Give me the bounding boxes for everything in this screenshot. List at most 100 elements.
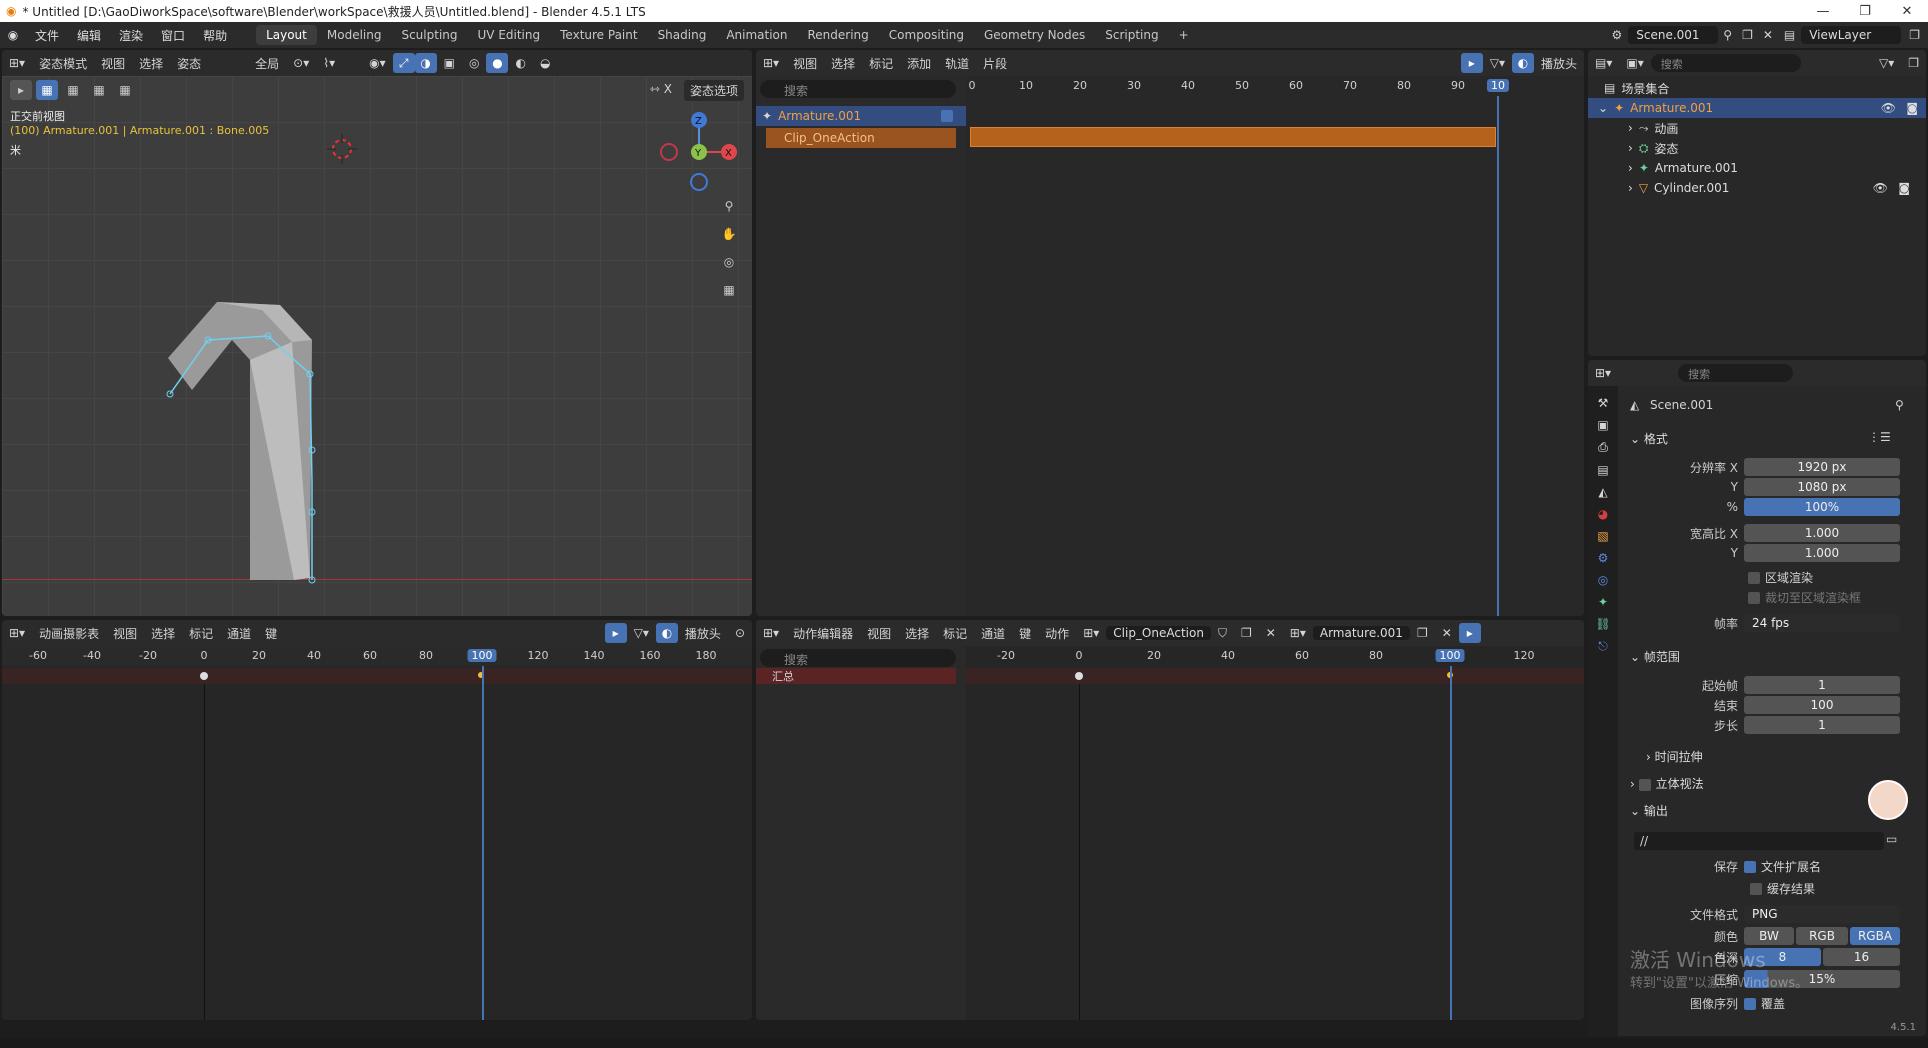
region-render-checkbox[interactable]: 区域渲染 [1748,569,1813,586]
color-bw-button[interactable]: BW [1744,927,1794,945]
ds-only-selected-icon[interactable]: ▸ [604,623,627,643]
ds-menu-view[interactable]: 视图 [106,625,144,642]
file-ext-checkbox[interactable] [1744,860,1756,873]
outliner-search-input[interactable]: 搜索 [1650,54,1801,72]
ae-only-selected-icon[interactable]: ▸ [1458,623,1481,643]
props-pin-icon[interactable]: ⚲ [1895,398,1904,412]
res-y-field[interactable]: 1080 px [1744,478,1900,496]
scene-field[interactable]: Scene.001 [1628,26,1719,44]
ae-menu-select[interactable]: 选择 [898,625,936,642]
file-format-dropdown[interactable]: PNG [1744,905,1900,923]
ds-snap-icon[interactable]: ◐ [655,623,678,643]
ds-mode-dropdown[interactable]: 动画摄影表 [32,625,106,642]
visibility-eye-icon[interactable]: 👁 [1881,101,1896,115]
frame-end-field[interactable]: 100 [1744,696,1900,714]
transform-orientation-dropdown[interactable]: 全局 [248,55,286,72]
scene-icon[interactable]: ⚙ [1606,28,1629,42]
ds-proportional-icon[interactable]: ⊙ [728,626,752,640]
view-layer-tab-icon[interactable]: ▤ [1597,463,1608,477]
viewport-menu-select[interactable]: 选择 [132,55,170,72]
crop-checkbox[interactable]: 裁切至区域渲染框 [1748,589,1861,606]
tab-texture-paint[interactable]: Texture Paint [550,25,647,45]
tab-scripting[interactable]: Scripting [1095,25,1168,45]
object-new-icon[interactable]: ❐ [1410,626,1435,640]
depth-16-button[interactable]: 16 [1823,948,1900,966]
frame-start-field[interactable]: 1 [1744,676,1900,694]
ae-ruler[interactable]: -20 0 20 40 60 80 100 120 [966,646,1584,666]
ds-filter-icon[interactable]: ▽▾ [627,626,656,640]
visibility-icon[interactable]: ◉▾ [362,56,393,70]
output-section-header[interactable]: ⌄ 输出 [1630,802,1668,819]
outliner-item-pose[interactable]: › ⛭ 姿态 [1628,138,1678,158]
res-pct-field[interactable]: 100% [1744,498,1900,516]
cache-checkbox[interactable] [1750,882,1762,895]
mirror-x-icon[interactable]: ⇿ X [650,82,672,96]
ds-menu-marker[interactable]: 标记 [182,625,220,642]
nla-action-row[interactable]: Clip_OneAction [766,128,956,148]
outliner-item-cylinder[interactable]: › ▽ Cylinder.001 👁 ◙ [1628,178,1918,198]
ds-left-keyframe[interactable] [200,672,208,680]
menu-edit[interactable]: 编辑 [68,27,110,44]
aspect-x-field[interactable]: 1.000 [1744,524,1900,542]
scene-tab-icon[interactable]: ◭ [1598,485,1607,499]
tab-sculpting[interactable]: Sculpting [391,25,467,45]
add-workspace-icon[interactable]: + [1169,25,1199,45]
new-action-icon[interactable]: ❐ [1234,626,1259,640]
outliner-filter-icon[interactable]: ▽▾ [1872,56,1901,70]
nla-menu-select[interactable]: 选择 [824,55,862,72]
color-rgb-button[interactable]: RGB [1796,927,1848,945]
particles-tab-icon[interactable]: ◎ [1598,573,1608,587]
ds-playback-dropdown[interactable]: 播放头 [678,625,728,642]
modifier-tab-icon[interactable]: ⚙ [1598,551,1609,565]
pin-icon[interactable]: ⚲ [1718,28,1737,42]
nla-menu-marker[interactable]: 标记 [862,55,900,72]
cursor-tool-icon[interactable]: ▸ [10,80,32,100]
outliner-scene-collection[interactable]: ▤ 场景集合 [1604,78,1669,98]
avatar[interactable] [1868,780,1908,820]
pose-options-dropdown[interactable]: 姿态选项 [683,80,744,101]
viewlayer-icon[interactable]: ▤ [1778,28,1801,42]
nla-editor[interactable]: ⊞▾ 视图 选择 标记 添加 轨道 片段 ▸ ▽▾ ◐ 播放头 搜索 ✦ Arm… [756,50,1584,616]
editor-type-icon[interactable]: ⊞▾ [2,56,32,70]
navigation-gizmo[interactable]: Z Y X [657,110,742,195]
nla-only-selected-icon[interactable]: ▸ [1460,53,1483,73]
fps-dropdown[interactable]: 24 fps [1744,614,1900,632]
fake-user-icon[interactable]: ⛉ [1211,626,1234,641]
tab-modeling[interactable]: Modeling [317,25,392,45]
world-tab-icon[interactable]: ◕ [1598,507,1608,521]
solid-shading-icon[interactable]: ● [486,53,509,73]
ae-current-frame[interactable]: 100 [1435,649,1465,662]
nla-playhead[interactable] [1497,96,1499,616]
select-subtract-icon[interactable]: ▦ [88,80,110,100]
tab-animation[interactable]: Animation [716,25,797,45]
nla-menu-add[interactable]: 添加 [900,55,938,72]
overwrite-checkbox[interactable] [1744,997,1756,1010]
ae-menu-action[interactable]: 动作 [1038,625,1076,642]
ds-menu-select[interactable]: 选择 [144,625,182,642]
ds-left-current-frame[interactable]: 100 [467,649,497,662]
frame-step-field[interactable]: 1 [1744,716,1900,734]
mode-dropdown[interactable]: 姿态模式 [32,55,94,72]
new-viewlayer-icon[interactable]: ❐ [1901,28,1928,42]
action-browse-icon[interactable]: ⊞▾ [1076,626,1106,640]
3d-viewport[interactable]: ⊞▾ 姿态模式 视图 选择 姿态 全局 ⊙▾ ⌇▾ ◉▾ ⤢ ◑ ▣ ◎ ● ◐… [2,50,752,616]
unlink-action-icon[interactable]: ✕ [1259,626,1283,640]
menu-render[interactable]: 渲染 [110,27,152,44]
visibility-eye-icon[interactable]: 👁 [1873,181,1888,195]
wireframe-shading-icon[interactable]: ◎ [462,56,486,70]
tab-shading[interactable]: Shading [648,25,717,45]
tool-tab-icon[interactable]: ⚒ [1598,396,1609,410]
ae-menu-key[interactable]: 键 [1012,625,1038,642]
nla-action-strip[interactable] [970,127,1496,147]
ae-mode-dropdown[interactable]: 动作编辑器 [786,625,860,642]
pan-hand-icon[interactable]: ✋ [718,224,740,244]
select-extend-icon[interactable]: ▦ [62,80,84,100]
dopesheet-left[interactable]: ⊞▾ 动画摄影表 视图 选择 标记 通道 键 ▸ ▽▾ ◐ 播放头 ⊙ -60 … [2,620,752,1020]
outliner-type-icon[interactable]: ▤▾ [1588,56,1619,70]
nla-playback-dropdown[interactable]: 播放头 [1534,55,1584,72]
outliner-display-icon[interactable]: ▣▾ [1619,56,1650,70]
outliner-item-armature[interactable]: ⌄ ✦ Armature.001 👁 ◙ [1588,98,1926,118]
object-browse-icon[interactable]: ⊞▾ [1283,626,1313,640]
tab-rendering[interactable]: Rendering [798,25,879,45]
rendered-shading-icon[interactable]: ◒ [533,56,557,70]
